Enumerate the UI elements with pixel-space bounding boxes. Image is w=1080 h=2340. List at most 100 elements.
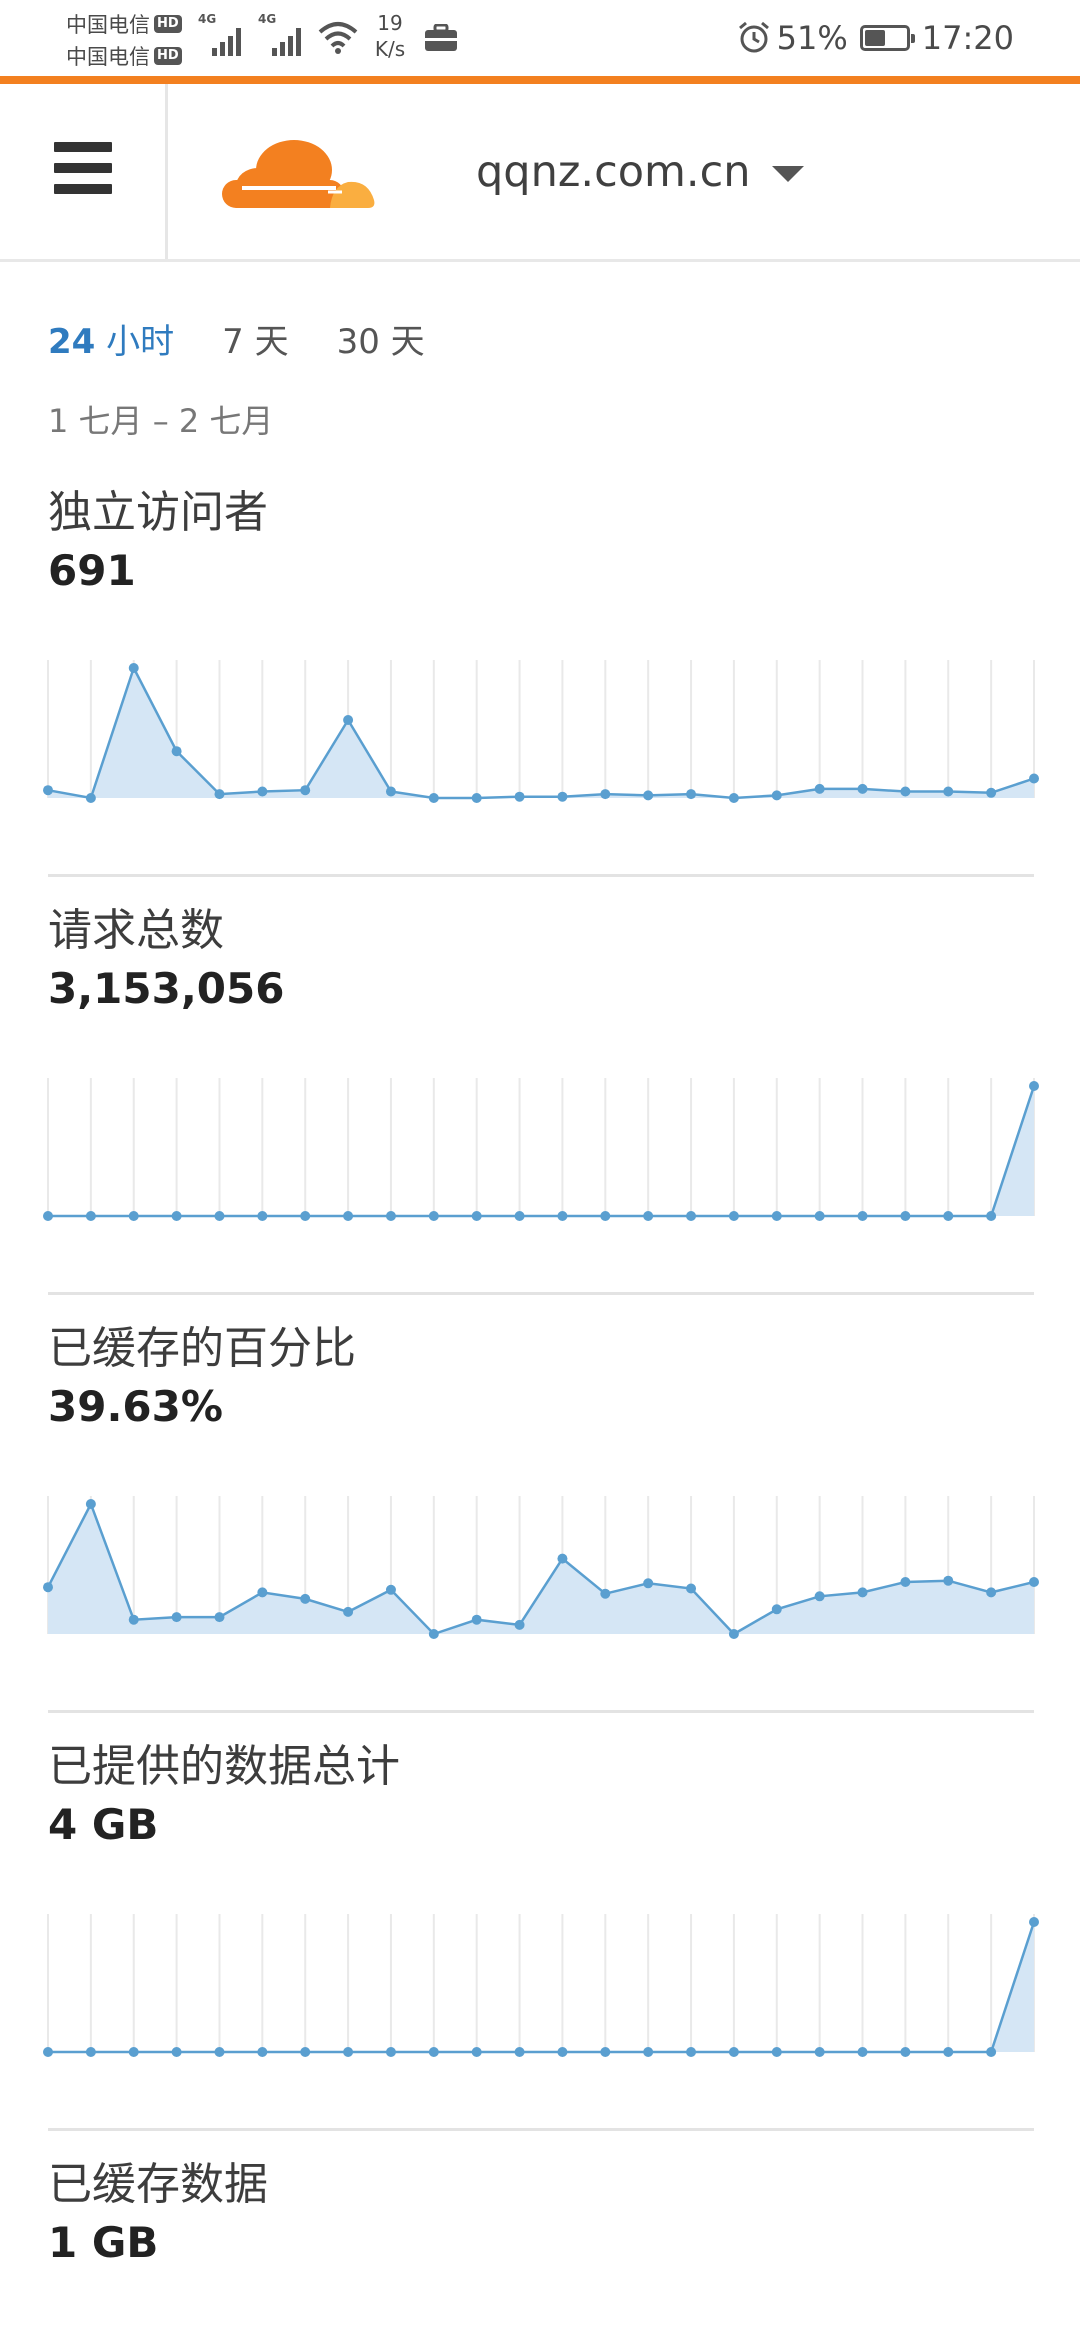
chart-point[interactable] <box>814 783 825 794</box>
chart-point[interactable] <box>85 793 96 803</box>
chart-point[interactable] <box>557 1553 568 1564</box>
chart-point[interactable] <box>171 1612 182 1623</box>
chart-point[interactable] <box>728 1211 739 1221</box>
chart-point[interactable] <box>257 786 268 797</box>
chart-point[interactable] <box>300 1211 311 1221</box>
chart-point[interactable] <box>171 746 182 757</box>
chart-point[interactable] <box>986 2047 997 2057</box>
chart-point[interactable] <box>514 791 525 802</box>
tab-24-hours[interactable]: 24 小时 <box>48 314 174 363</box>
chart-point[interactable] <box>343 2047 354 2057</box>
chart-point[interactable] <box>385 786 396 797</box>
chart-point[interactable] <box>943 2047 954 2057</box>
chart-point[interactable] <box>1029 1081 1039 1091</box>
chart-point[interactable] <box>728 1629 739 1639</box>
chart-point[interactable] <box>600 789 611 800</box>
chart-point[interactable] <box>986 1587 997 1598</box>
chart-point[interactable] <box>814 1211 825 1221</box>
chart-point[interactable] <box>385 1211 396 1221</box>
chart-point[interactable] <box>943 1211 954 1221</box>
chart-point[interactable] <box>514 1619 525 1630</box>
chart-point[interactable] <box>257 1211 268 1221</box>
chart-point[interactable] <box>343 715 354 725</box>
chart-point[interactable] <box>600 1588 611 1599</box>
chart-point[interactable] <box>900 1577 911 1587</box>
chart-point[interactable] <box>43 1582 53 1593</box>
chart-point[interactable] <box>428 793 439 803</box>
chart-point[interactable] <box>728 2047 739 2057</box>
chart-point[interactable] <box>857 1587 868 1598</box>
chart-point[interactable] <box>257 2047 268 2057</box>
chart-point[interactable] <box>128 1614 139 1625</box>
chart-point[interactable] <box>1029 1917 1039 1927</box>
chart-point[interactable] <box>300 2047 311 2057</box>
chart-point[interactable] <box>85 1499 96 1509</box>
chart-point[interactable] <box>557 791 568 802</box>
chart-point[interactable] <box>471 1211 482 1221</box>
chart-point[interactable] <box>771 2047 782 2057</box>
menu-button[interactable] <box>0 84 168 259</box>
chart-point[interactable] <box>214 1612 225 1623</box>
chart-point[interactable] <box>814 2047 825 2057</box>
chart-point[interactable] <box>900 1211 911 1221</box>
chart-point[interactable] <box>385 2047 396 2057</box>
chart-point[interactable] <box>986 787 997 798</box>
chart-point[interactable] <box>43 1211 53 1221</box>
chart-point[interactable] <box>728 793 739 803</box>
chart-point[interactable] <box>171 2047 182 2057</box>
tab-30-days[interactable]: 30 天 <box>337 314 425 363</box>
chart-point[interactable] <box>214 789 225 800</box>
chart-point[interactable] <box>257 1587 268 1598</box>
chart-point[interactable] <box>643 2047 654 2057</box>
chart-point[interactable] <box>943 1575 954 1586</box>
chart-point[interactable] <box>471 2047 482 2057</box>
chart-point[interactable] <box>986 1211 997 1221</box>
chart-point[interactable] <box>771 1604 782 1615</box>
chart-point[interactable] <box>471 793 482 803</box>
chart-point[interactable] <box>943 786 954 797</box>
chart-point[interactable] <box>814 1591 825 1602</box>
chart-point[interactable] <box>343 1606 354 1617</box>
chart-point[interactable] <box>428 1629 439 1639</box>
chart-point[interactable] <box>214 2047 225 2057</box>
chart-point[interactable] <box>643 1211 654 1221</box>
chart-point[interactable] <box>557 2047 568 2057</box>
chart-point[interactable] <box>686 789 697 800</box>
chart-point[interactable] <box>300 785 311 796</box>
chart-point[interactable] <box>85 1211 96 1221</box>
chart-point[interactable] <box>128 1211 139 1221</box>
chart-point[interactable] <box>900 786 911 797</box>
chart-point[interactable] <box>428 1211 439 1221</box>
chart-point[interactable] <box>171 1211 182 1221</box>
chart-point[interactable] <box>1029 1577 1039 1587</box>
chart-point[interactable] <box>771 1211 782 1221</box>
chart-point[interactable] <box>514 2047 525 2057</box>
chart-point[interactable] <box>686 1583 697 1594</box>
chart-point[interactable] <box>600 1211 611 1221</box>
chart-point[interactable] <box>385 1584 396 1595</box>
chart-point[interactable] <box>300 1593 311 1604</box>
chart-point[interactable] <box>214 1211 225 1221</box>
chart-point[interactable] <box>1029 773 1039 784</box>
chart-point[interactable] <box>43 2047 53 2057</box>
tab-7-days[interactable]: 7 天 <box>222 314 288 363</box>
chart-point[interactable] <box>643 1578 654 1589</box>
chart-point[interactable] <box>128 663 139 673</box>
chart-point[interactable] <box>857 783 868 794</box>
chart-point[interactable] <box>471 1614 482 1625</box>
chart-point[interactable] <box>686 2047 697 2057</box>
chart-point[interactable] <box>514 1211 525 1221</box>
domain-selector[interactable]: qqnz.com.cn <box>476 84 805 259</box>
chart-point[interactable] <box>128 2047 139 2057</box>
cloudflare-logo[interactable] <box>218 128 378 212</box>
chart-point[interactable] <box>43 785 53 796</box>
chart-point[interactable] <box>686 1211 697 1221</box>
chart-point[interactable] <box>557 1211 568 1221</box>
chart-point[interactable] <box>857 1211 868 1221</box>
chart-point[interactable] <box>428 2047 439 2057</box>
chart-point[interactable] <box>85 2047 96 2057</box>
chart-point[interactable] <box>771 790 782 801</box>
chart-point[interactable] <box>900 2047 911 2057</box>
chart-point[interactable] <box>343 1211 354 1221</box>
chart-point[interactable] <box>643 790 654 801</box>
